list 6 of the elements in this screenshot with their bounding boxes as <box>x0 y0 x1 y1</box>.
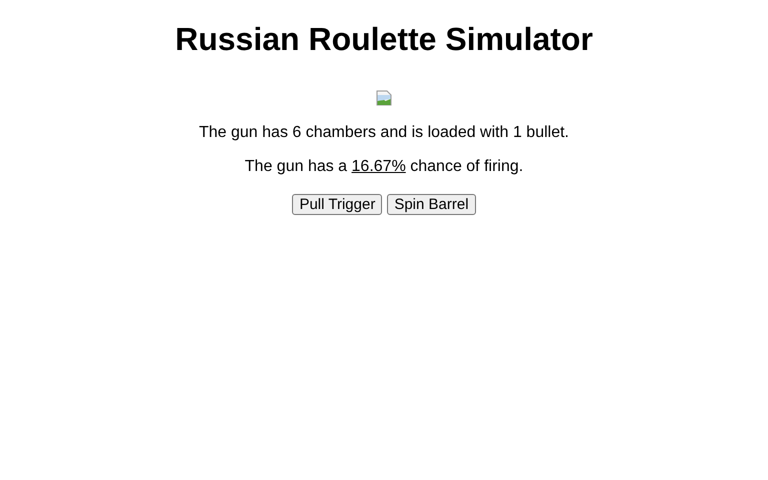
action-button[interactable]: Spin Barrel <box>387 194 476 215</box>
broken-image-icon <box>376 90 392 106</box>
action-button[interactable]: Pull Trigger <box>292 194 382 215</box>
chance-text: The gun has a 16.67% chance of firing. <box>244 158 524 176</box>
status-text: The gun has 6 chambers and is loaded with 1 bullet. <box>198 124 569 142</box>
page-title: Russian Roulette Simulator <box>175 21 593 58</box>
